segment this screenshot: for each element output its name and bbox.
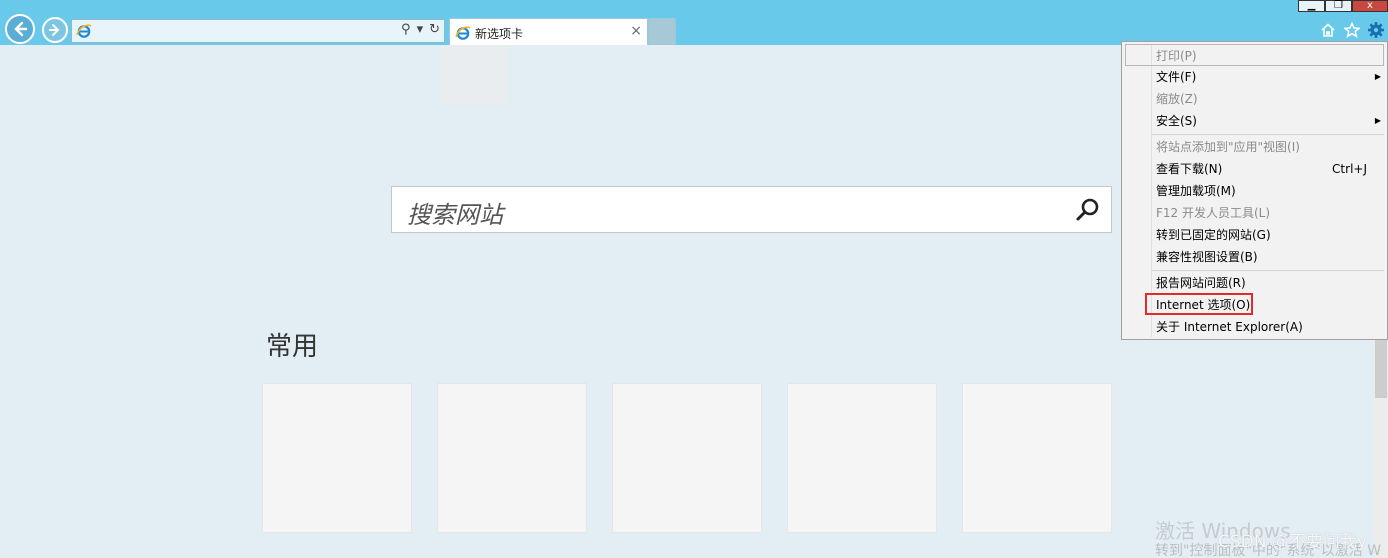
- faint-placeholder: [441, 45, 507, 105]
- frequent-site-tile[interactable]: [262, 383, 412, 533]
- menu-item-label: 打印(P): [1156, 49, 1197, 63]
- window-controls: ▁ ❐ x: [1298, 0, 1388, 12]
- menu-item-label: 查看下载(N): [1156, 162, 1223, 176]
- menu-item-pinned-sites[interactable]: 转到已固定的网站(G): [1122, 224, 1387, 246]
- menu-item-print[interactable]: 打印(P): [1125, 44, 1384, 66]
- search-icon[interactable]: [1075, 197, 1101, 223]
- menu-separator: [1152, 134, 1384, 135]
- menu-item-label: 管理加载项(M): [1156, 184, 1236, 198]
- menu-item-label: 报告网站问题(R): [1156, 276, 1246, 290]
- submenu-arrow-icon: ▶: [1374, 116, 1381, 125]
- menu-item-label: F12 开发人员工具(L): [1156, 206, 1271, 220]
- csdn-watermark: CSDN @不要问我y: [1218, 532, 1367, 552]
- forward-button[interactable]: [42, 17, 68, 43]
- new-tab-button[interactable]: [648, 18, 676, 45]
- menu-item-add-site-to-apps[interactable]: 将站点添加到"应用"视图(I): [1122, 136, 1387, 158]
- scrollbar-thumb[interactable]: [1375, 340, 1387, 398]
- ie-logo-icon: [76, 24, 92, 38]
- annotation-highlight-box: [1145, 293, 1253, 315]
- gear-icon: [1368, 22, 1384, 38]
- command-icons: [1318, 21, 1386, 39]
- menu-item-label: 将站点添加到"应用"视图(I): [1156, 140, 1300, 154]
- submenu-arrow-icon: ▶: [1374, 72, 1381, 81]
- tab-title: 新选项卡: [475, 27, 524, 41]
- menu-item-zoom[interactable]: 缩放(Z): [1122, 88, 1387, 110]
- back-button[interactable]: [5, 14, 35, 44]
- favorites-button[interactable]: [1342, 21, 1362, 39]
- menu-item-label: 关于 Internet Explorer(A): [1156, 320, 1303, 334]
- address-tools: ⚲ ▾ ↻: [401, 22, 440, 37]
- menu-item-label: 缩放(Z): [1156, 92, 1198, 106]
- browser-toolbar: ⚲ ▾ ↻ 新选项卡 × ▁ ❐ x: [0, 0, 1388, 45]
- restore-button[interactable]: ❐: [1325, 0, 1352, 12]
- menu-item-label: 兼容性视图设置(B): [1156, 250, 1258, 264]
- refresh-icon[interactable]: ↻: [429, 22, 440, 37]
- frequent-site-tile[interactable]: [787, 383, 937, 533]
- frequent-site-tile[interactable]: [612, 383, 762, 533]
- menu-item-label: 转到已固定的网站(G): [1156, 228, 1271, 242]
- close-window-button[interactable]: x: [1352, 0, 1388, 12]
- favorites-star-icon: [1344, 22, 1360, 38]
- tools-button[interactable]: [1366, 21, 1386, 39]
- ie-logo-icon: [455, 26, 471, 40]
- address-bar[interactable]: ⚲ ▾ ↻: [71, 19, 445, 43]
- forward-arrow-icon: [49, 24, 60, 36]
- menu-item-compatibility-view[interactable]: 兼容性视图设置(B): [1122, 246, 1387, 268]
- menu-item-manage-addons[interactable]: 管理加载项(M): [1122, 180, 1387, 202]
- home-button[interactable]: [1318, 21, 1338, 39]
- address-search-icon[interactable]: ⚲: [401, 22, 411, 37]
- menu-item-label: 文件(F): [1156, 70, 1197, 84]
- back-arrow-icon: [14, 21, 28, 37]
- menu-item-view-downloads[interactable]: 查看下载(N) Ctrl+J: [1122, 158, 1387, 180]
- frequent-site-tile[interactable]: [437, 383, 587, 533]
- tab-new-tab[interactable]: 新选项卡 ×: [449, 18, 648, 45]
- search-placeholder[interactable]: 搜索网站: [407, 195, 503, 230]
- tab-close-icon[interactable]: ×: [630, 23, 642, 39]
- menu-item-safety[interactable]: 安全(S) ▶: [1122, 110, 1387, 132]
- frequent-site-tile[interactable]: [962, 383, 1112, 533]
- menu-item-label: 安全(S): [1156, 114, 1197, 128]
- site-search-box[interactable]: 搜索网站: [391, 186, 1112, 233]
- menu-item-file[interactable]: 文件(F) ▶: [1122, 66, 1387, 88]
- menu-item-about-ie[interactable]: 关于 Internet Explorer(A): [1122, 316, 1387, 338]
- menu-shortcut: Ctrl+J: [1332, 162, 1367, 176]
- minimize-button[interactable]: ▁: [1298, 0, 1325, 12]
- menu-separator: [1152, 270, 1384, 271]
- menu-item-report-problems[interactable]: 报告网站问题(R): [1122, 272, 1387, 294]
- home-icon: [1321, 23, 1335, 37]
- frequent-sites-title: 常用: [266, 332, 319, 362]
- address-dropdown-icon[interactable]: ▾: [417, 22, 424, 37]
- menu-item-f12-devtools[interactable]: F12 开发人员工具(L): [1122, 202, 1387, 224]
